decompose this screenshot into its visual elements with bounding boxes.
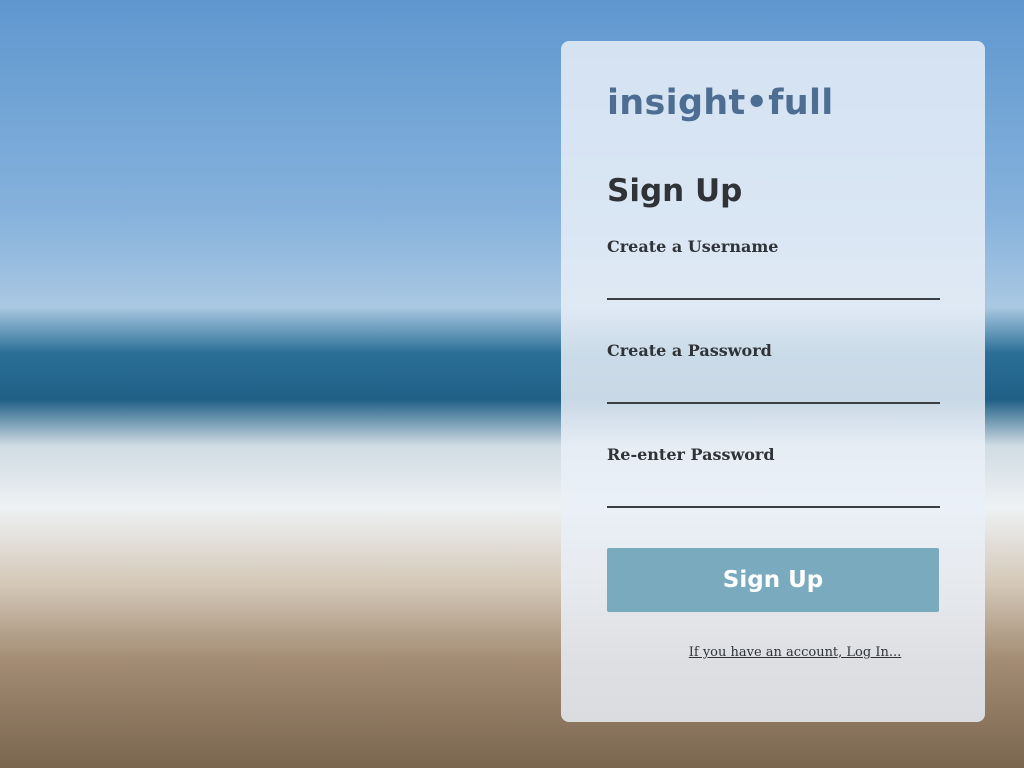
login-link-row: If you have an account, Log In... (561, 645, 985, 660)
login-link[interactable]: If you have an account, Log In... (689, 645, 902, 660)
brand-logo: insight•full (607, 83, 834, 123)
password-input[interactable] (607, 368, 940, 404)
confirm-password-input[interactable] (607, 472, 940, 508)
sign-up-button[interactable]: Sign Up (607, 548, 939, 612)
password-label: Create a Password (607, 341, 772, 360)
confirm-password-field-group: Re-enter Password (607, 445, 940, 508)
username-label: Create a Username (607, 237, 779, 256)
password-field-group: Create a Password (607, 341, 940, 404)
page-title: Sign Up (607, 173, 743, 209)
username-input[interactable] (607, 264, 940, 300)
username-field-group: Create a Username (607, 237, 940, 300)
confirm-password-label: Re-enter Password (607, 445, 775, 464)
signup-card: insight•full Sign Up Create a Username C… (561, 41, 985, 722)
